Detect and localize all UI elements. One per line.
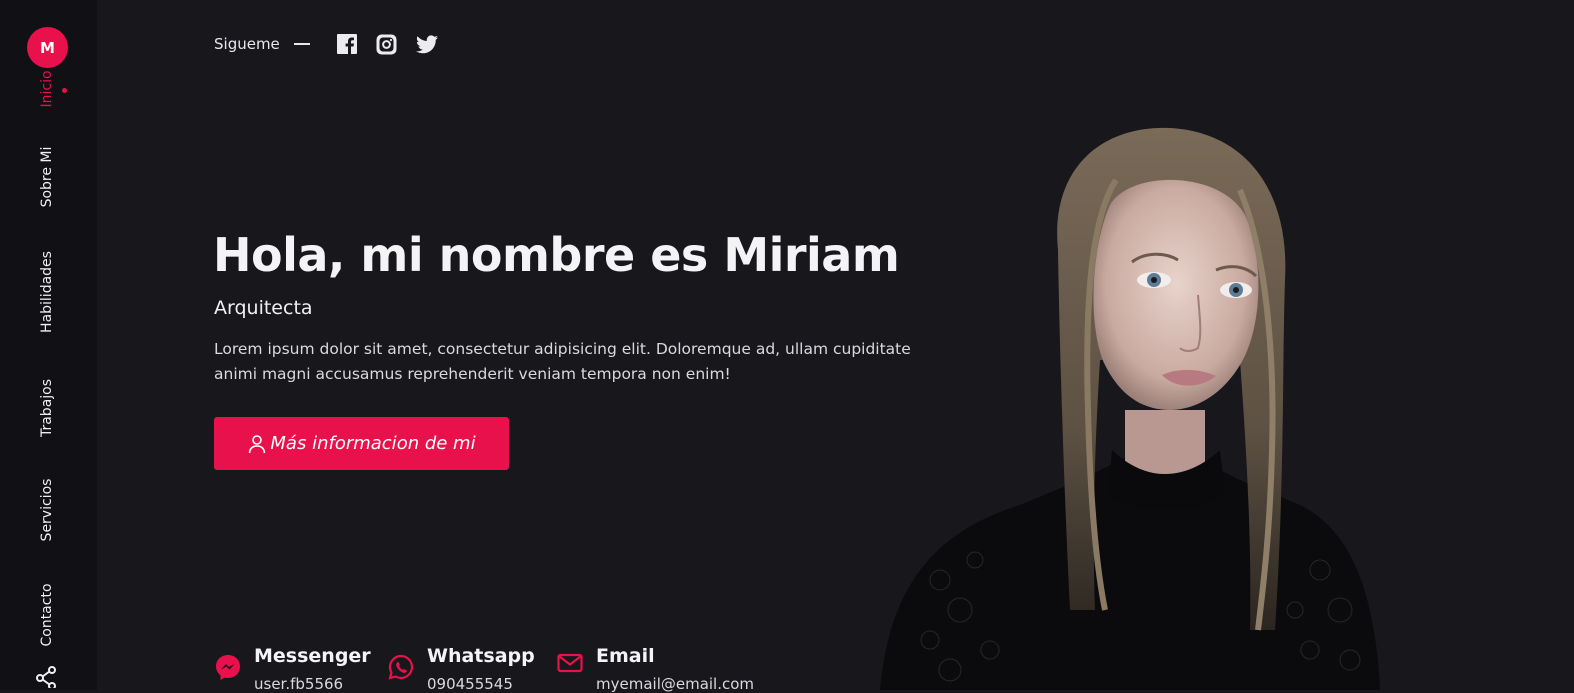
- hero-description: Lorem ipsum dolor sit amet, consectetur …: [214, 340, 911, 383]
- hero-title: Hola, mi nombre es Miriam: [213, 228, 900, 282]
- mail-icon: [557, 653, 583, 673]
- nav-item-sobre-mi[interactable]: Sobre Mi: [38, 147, 56, 208]
- contact-value: user.fb5566: [254, 675, 344, 693]
- follow-bar: Sigueme: [214, 33, 456, 55]
- user-icon: [249, 434, 266, 453]
- share-icon[interactable]: [36, 666, 58, 688]
- facebook-icon[interactable]: [336, 33, 358, 55]
- nav-item-inicio[interactable]: Inicio: [38, 70, 56, 107]
- contact-value: myemail@email.com: [596, 675, 755, 693]
- contact-messenger[interactable]: Messenger user.fb5566: [214, 643, 371, 693]
- logo[interactable]: M: [27, 27, 68, 68]
- twitter-icon[interactable]: [415, 33, 438, 55]
- sidebar: M Inicio Sobre Mi Habilidades Trabajos S…: [0, 0, 97, 690]
- whatsapp-icon: [388, 654, 414, 680]
- active-indicator-dot: [62, 88, 67, 93]
- more-info-button-label: Más informacion de mi: [270, 433, 476, 454]
- nav-item-trabajos[interactable]: Trabajos: [38, 379, 56, 437]
- nav-item-servicios[interactable]: Servicios: [38, 479, 56, 542]
- contact-value: 090455545: [427, 675, 513, 693]
- hero-subtitle: Arquitecta: [214, 297, 313, 319]
- logo-letter: M: [40, 38, 55, 57]
- contact-whatsapp[interactable]: Whatsapp 090455545: [387, 643, 535, 693]
- instagram-icon[interactable]: [376, 33, 398, 55]
- messenger-icon: [216, 655, 240, 680]
- follow-label: Sigueme: [214, 35, 280, 53]
- contact-label: Messenger: [254, 645, 371, 667]
- contact-label: Whatsapp: [427, 645, 535, 667]
- portrait-photo: [880, 127, 1380, 690]
- contact-label: Email: [596, 645, 655, 667]
- contact-email[interactable]: Email myemail@email.com: [556, 643, 754, 693]
- nav-item-contacto[interactable]: Contacto: [38, 583, 56, 646]
- nav-item-habilidades[interactable]: Habilidades: [38, 251, 56, 333]
- more-info-button[interactable]: Más informacion de mi: [214, 417, 509, 470]
- follow-divider: [293, 43, 310, 45]
